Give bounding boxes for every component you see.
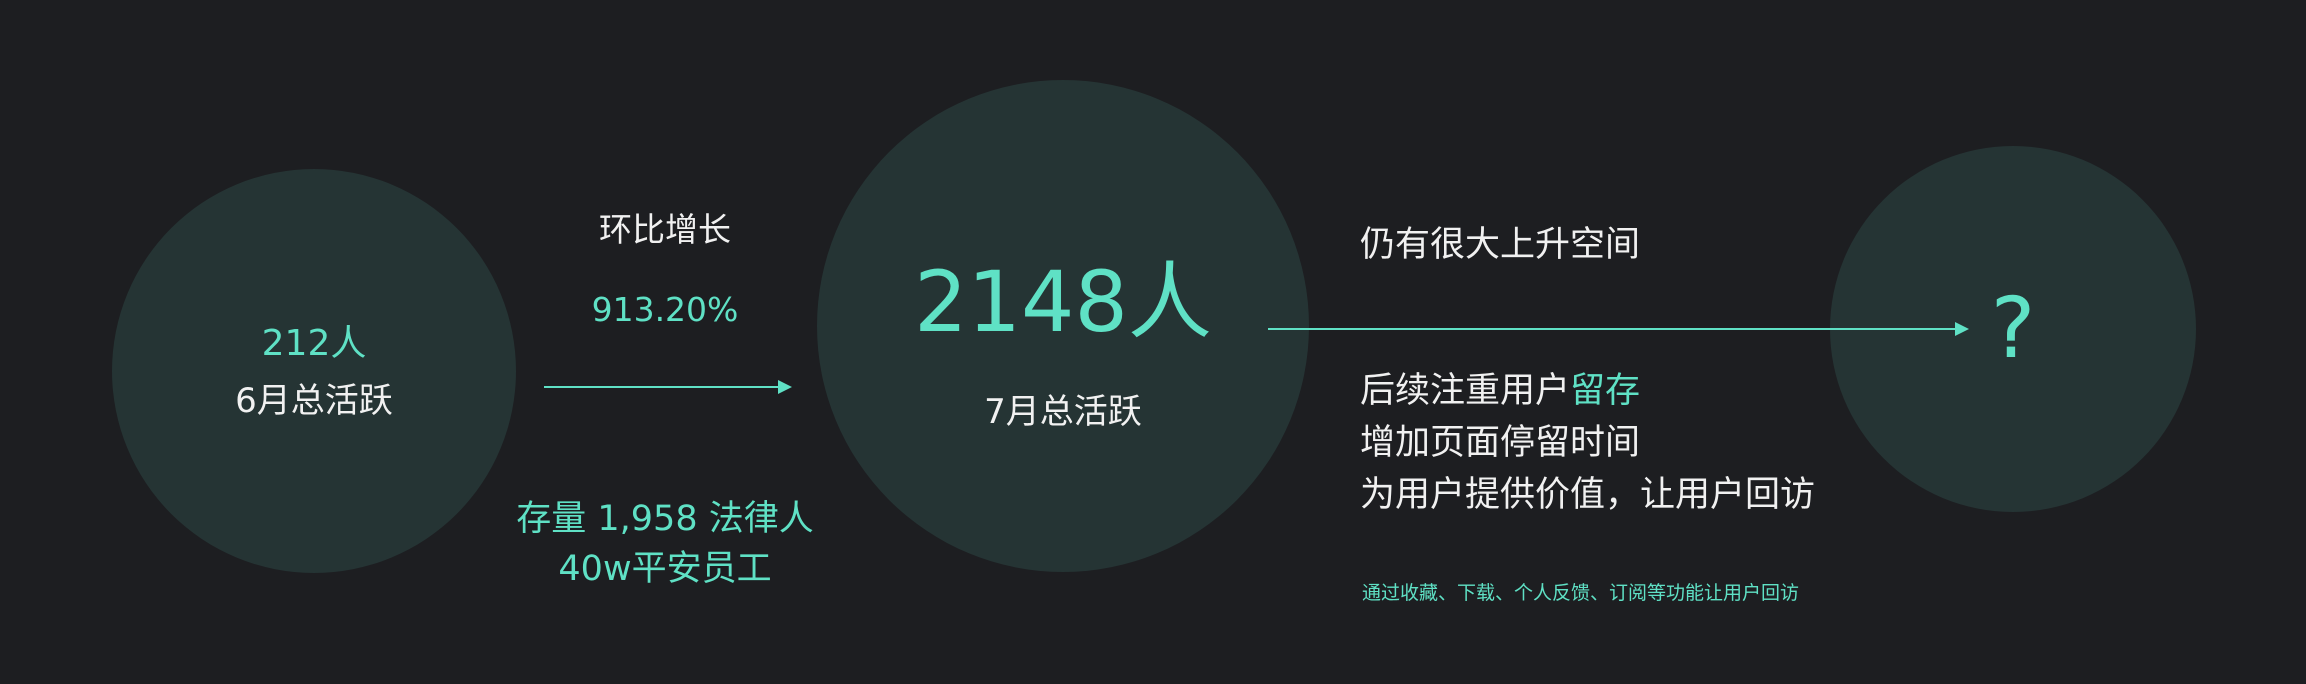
feature-note: 通过收藏、下载、个人反馈、订阅等功能让用户回访: [1362, 582, 1800, 604]
plan-line-1: 后续注重用户留存: [1360, 365, 1815, 417]
stock-line-1: 存量 1,958 法律人: [516, 499, 814, 539]
follow-up-plan: 后续注重用户留存 增加页面停留时间 为用户提供价值，让用户回访: [1360, 365, 1815, 521]
stock-info: 存量 1,958 法律人 40w平安员工: [500, 494, 830, 594]
growth-rate: 913.20%: [591, 290, 739, 329]
plan-line-1-prefix: 后续注重用户: [1360, 371, 1571, 411]
june-active-count: 212人: [261, 323, 367, 364]
plan-line-1-highlight: 留存: [1570, 371, 1641, 411]
stock-line-2: 40w平安员工: [558, 549, 772, 589]
growth-title: 环比增长: [599, 210, 731, 249]
july-active-count: 2148人: [914, 253, 1212, 351]
july-active-label: 7月总活跃: [984, 392, 1142, 432]
future-headline: 仍有很大上升空间: [1360, 225, 1641, 265]
plan-line-2: 增加页面停留时间: [1360, 423, 1641, 463]
june-july-arrow-head: [778, 380, 792, 394]
growth-slide: 212人 6月总活跃 环比增长 913.20% 存量 1,958 法律人 40w…: [0, 0, 2306, 684]
plan-line-3: 为用户提供价值，让用户回访: [1360, 475, 1816, 515]
future-question-mark: ?: [1990, 279, 2036, 377]
june-july-arrow-line: [544, 386, 780, 388]
june-active-label: 6月总活跃: [235, 381, 393, 421]
june-circle: [112, 169, 516, 573]
